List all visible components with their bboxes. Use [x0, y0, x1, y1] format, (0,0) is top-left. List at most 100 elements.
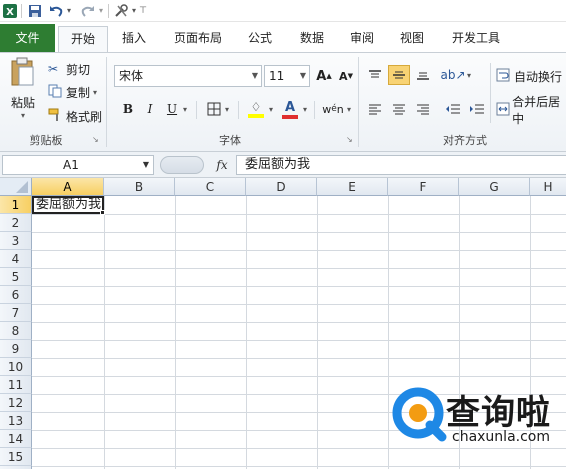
format-painter-button[interactable]: 格式刷 [48, 106, 102, 126]
font-launcher-icon[interactable]: ↘ [346, 135, 356, 145]
copy-button[interactable]: 复制 ▾ [48, 82, 97, 102]
column-header-a[interactable]: A [32, 178, 104, 196]
redo-icon[interactable] [80, 3, 96, 19]
tab-view[interactable]: 视图 [392, 26, 432, 50]
fill-handle[interactable] [100, 210, 105, 215]
tab-developer[interactable]: 开发工具 [444, 26, 508, 50]
column-header-d[interactable]: D [246, 178, 317, 196]
quick-access-toolbar: X ▾ ▾ ▾ ⊤ [0, 0, 566, 22]
tab-page-layout[interactable]: 页面布局 [166, 26, 230, 50]
align-right-icon[interactable] [412, 99, 434, 119]
cut-button[interactable]: ✂ 剪切 [48, 59, 90, 79]
row-header-6[interactable]: 6 [0, 286, 32, 304]
row-header-10[interactable]: 10 [0, 358, 32, 376]
row-header-2[interactable]: 2 [0, 214, 32, 232]
font-name-select[interactable]: 宋体 ▼ [114, 65, 262, 87]
paste-dropdown-icon: ▾ [20, 111, 25, 120]
font-size-value: 11 [269, 69, 285, 83]
tab-review[interactable]: 审阅 [342, 26, 382, 50]
row-header-12[interactable]: 12 [0, 394, 32, 412]
italic-icon[interactable]: I [140, 99, 160, 119]
orientation-dropdown-icon[interactable]: ▾ [464, 65, 474, 85]
row-header-15[interactable]: 15 [0, 448, 32, 466]
tab-formulas[interactable]: 公式 [240, 26, 280, 50]
formula-bar: A1 ▼ fx 委屈额为我 [0, 152, 566, 178]
align-middle-icon[interactable] [388, 65, 410, 85]
align-bottom-icon[interactable] [412, 65, 434, 85]
borders-dropdown-icon[interactable]: ▾ [222, 99, 232, 119]
row-header-1[interactable]: 1 [0, 196, 32, 214]
column-header-b[interactable]: B [104, 178, 175, 196]
phonetic-guide-icon[interactable]: wén [322, 99, 344, 119]
font-size-select[interactable]: 11 ▼ [264, 65, 310, 87]
cell-a1[interactable]: 委屈额为我 [32, 196, 104, 214]
ribbon-home: 粘贴 ▾ ✂ 剪切 复制 ▾ 格式刷 剪贴板 ↘ 宋体 ▼ 11 ▼ A ▲ A ▼… [0, 52, 566, 152]
tools-dropdown-icon[interactable]: ▾ [130, 3, 138, 19]
wrap-text-button[interactable]: 自动换行 [496, 66, 562, 86]
row-header-9[interactable]: 9 [0, 340, 32, 358]
paste-button[interactable]: 粘贴 ▾ [6, 57, 40, 127]
redo-dropdown-icon[interactable]: ▾ [96, 3, 106, 19]
merge-center-button[interactable]: 合并后居中 [496, 95, 566, 126]
column-header-c[interactable]: C [175, 178, 246, 196]
column-header-e[interactable]: E [317, 178, 388, 196]
ribbon-tabs: 文件 开始 插入 页面布局 公式 数据 审阅 视图 开发工具 [0, 22, 566, 53]
formula-input[interactable]: 委屈额为我 [236, 155, 566, 175]
font-color-icon[interactable]: A [280, 97, 300, 121]
column-header-g[interactable]: G [459, 178, 530, 196]
tab-data[interactable]: 数据 [290, 26, 334, 50]
customize-qat-icon[interactable]: ⊤ [138, 3, 148, 19]
scissors-icon: ✂ [48, 62, 59, 76]
row-header-8[interactable]: 8 [0, 322, 32, 340]
chevron-down-icon: ▼ [251, 71, 258, 80]
phonetic-dropdown-icon[interactable]: ▾ [344, 99, 354, 119]
column-header-h[interactable]: H [530, 178, 566, 196]
orientation-icon[interactable]: ab↗ [440, 65, 465, 85]
align-center-icon[interactable] [388, 99, 410, 119]
row-header-11[interactable]: 11 [0, 376, 32, 394]
formula-bar-splitter[interactable] [160, 156, 204, 174]
increase-indent-icon[interactable] [466, 99, 488, 119]
clipboard-launcher-icon[interactable]: ↘ [92, 135, 102, 145]
tab-insert[interactable]: 插入 [112, 26, 156, 50]
format-painter-label: 格式刷 [66, 109, 103, 124]
align-top-icon[interactable] [364, 65, 386, 85]
align-left-icon[interactable] [364, 99, 386, 119]
watermark-url: chaxunla.com [452, 429, 550, 445]
font-color-dropdown-icon[interactable]: ▾ [300, 99, 310, 119]
fill-color-dropdown-icon[interactable]: ▾ [266, 99, 276, 119]
svg-text:X: X [6, 7, 14, 18]
paste-icon [9, 57, 37, 92]
decrease-indent-icon[interactable] [442, 99, 464, 119]
save-icon[interactable] [26, 3, 44, 19]
name-box[interactable]: A1 ▼ [2, 155, 154, 175]
chevron-down-icon[interactable]: ▼ [143, 156, 149, 174]
fill-color-icon[interactable]: ♢ [246, 97, 266, 121]
underline-dropdown-icon[interactable]: ▾ [180, 99, 190, 119]
shrink-font-icon[interactable]: A ▼ [336, 66, 356, 86]
wrap-text-icon [496, 68, 514, 85]
row-header-3[interactable]: 3 [0, 232, 32, 250]
paste-label: 粘贴 [10, 96, 35, 110]
row-header-13[interactable]: 13 [0, 412, 32, 430]
select-all-corner[interactable] [0, 178, 32, 196]
grow-font-icon[interactable]: A ▲ [314, 66, 334, 86]
borders-icon[interactable] [204, 99, 224, 119]
column-header-f[interactable]: F [388, 178, 459, 196]
undo-icon[interactable] [48, 3, 64, 19]
row-header-5[interactable]: 5 [0, 268, 32, 286]
underline-icon[interactable]: U [162, 99, 182, 119]
row-header-14[interactable]: 14 [0, 430, 32, 448]
watermark: 查询啦 chaxunla.com [390, 383, 566, 453]
row-header-7[interactable]: 7 [0, 304, 32, 322]
row-header-4[interactable]: 4 [0, 250, 32, 268]
undo-dropdown-icon[interactable]: ▾ [64, 3, 74, 19]
bold-icon[interactable]: B [118, 99, 138, 119]
tools-icon[interactable] [112, 3, 130, 19]
tab-file[interactable]: 文件 [0, 24, 55, 52]
watermark-name: 查询啦 [446, 393, 551, 433]
tab-home[interactable]: 开始 [58, 26, 108, 53]
copy-label: 复制 [66, 85, 91, 100]
insert-function-icon[interactable]: fx [210, 155, 234, 175]
name-box-value: A1 [63, 158, 79, 172]
